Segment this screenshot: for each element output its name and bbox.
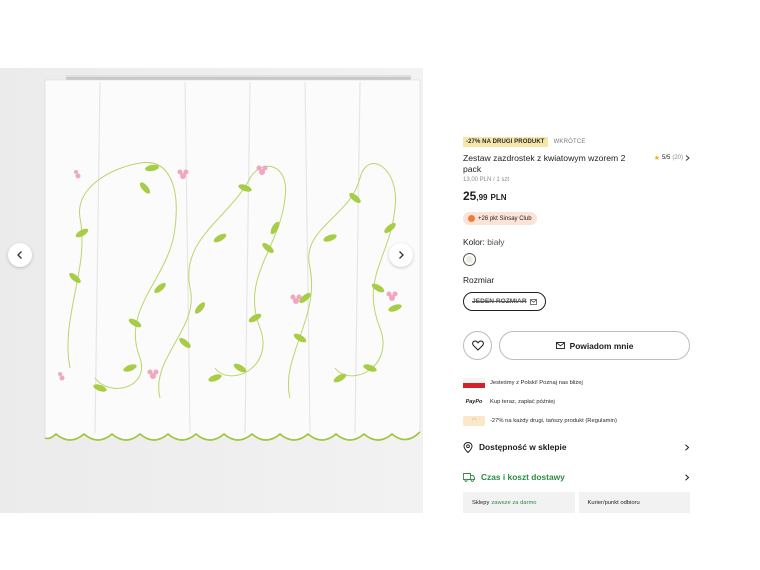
product-info-panel: -27% NA DRUGI PRODUKT WKRÓTCE Zestaw zaz… [463, 135, 690, 311]
shipping-courier-label: Kurier/punkt odbioru [587, 499, 640, 506]
info-row-paypo[interactable]: PayPo Kup teraz, zapłać później [463, 392, 690, 411]
product-actions: Powiadom mnie [463, 331, 690, 360]
chevron-right-icon [685, 155, 690, 161]
badges-row: -27% NA DRUGI PRODUKT WKRÓTCE [463, 135, 690, 149]
promo-badge: -27% NA DRUGI PRODUKT [463, 137, 548, 147]
product-price: 25,99 PLN [463, 189, 690, 203]
wishlist-button[interactable] [463, 331, 492, 360]
info-poland-text: Jesteśmy z Polski! Poznaj nas bliżej [490, 379, 583, 386]
store-availability-link[interactable]: Dostępność w sklepie [463, 440, 690, 454]
info-paypo-text: Kup teraz, zapłać później [490, 398, 555, 405]
envelope-icon [529, 298, 537, 305]
location-pin-icon [463, 441, 473, 453]
color-swatch-white[interactable] [463, 253, 476, 266]
shipping-stores-label: Sklepy [472, 499, 490, 506]
gallery-next-button[interactable] [389, 243, 413, 267]
paypo-logo: PayPo [465, 398, 483, 405]
delivery-info-label: Czas i koszt dostawy [481, 472, 565, 482]
product-photo [0, 68, 423, 513]
shipping-stores-cell: Sklepy zawsze za darmo [463, 492, 575, 513]
chevron-right-icon [685, 443, 690, 451]
product-gallery [0, 68, 423, 513]
club-icon [468, 215, 475, 222]
info-row-poland[interactable]: Jesteśmy z Polski! Poznaj nas bliżej [463, 373, 690, 392]
gallery-prev-button[interactable] [8, 243, 32, 267]
price-integer: 25 [463, 189, 477, 203]
size-label: Rozmiar [463, 275, 495, 285]
club-points: +26 pkt Sinsay Club [478, 215, 532, 222]
size-option-label: JEDEN ROZMIAR [472, 298, 527, 305]
rating-count: (20) [672, 155, 683, 161]
shipping-courier-cell: Kurier/punkt odbioru [578, 492, 690, 513]
shipping-options: Sklepy zawsze za darmo Kurier/punkt odbi… [463, 492, 690, 513]
delivery-info-link[interactable]: Czas i koszt dostawy [463, 470, 690, 484]
shipping-stores-value: zawsze za darmo [491, 499, 537, 506]
chevron-right-icon [399, 251, 404, 259]
store-availability-label: Dostępność w sklepie [479, 442, 567, 452]
chevron-left-icon [17, 251, 22, 259]
info-discount-text: -27% na każdy drugi, tańszy produkt (Reg… [490, 417, 617, 424]
heart-icon [471, 340, 484, 351]
price-decimal: ,99 [476, 193, 488, 202]
notify-me-button[interactable]: Powiadom mnie [499, 331, 690, 360]
poland-flag-icon [463, 377, 485, 388]
color-label: Kolor: biały [463, 237, 690, 247]
unit-price: 13,00 PLN / 1 szt [463, 177, 510, 183]
info-list: Jesteśmy z Polski! Poznaj nas bliżej Pay… [463, 373, 690, 430]
rating-link[interactable]: ★ 5/5 (20) [654, 154, 690, 162]
star-icon: ★ [653, 155, 660, 162]
info-row-discount[interactable]: ◠ -27% na każdy drugi, tańszy produkt (R… [463, 411, 690, 430]
status-badge: WKRÓTCE [553, 139, 586, 145]
product-title: Zestaw zazdrostek z kwiatowym wzorem 2 p… [463, 153, 626, 174]
envelope-icon [555, 342, 565, 349]
notify-me-label: Powiadom mnie [569, 340, 634, 351]
rating-value: 5/5 [661, 155, 671, 161]
chevron-right-icon [685, 473, 690, 481]
truck-icon [463, 472, 475, 482]
size-option-one-size[interactable]: JEDEN ROZMIAR [463, 292, 546, 311]
color-value: biały [487, 237, 505, 247]
gift-icon: ◠ [463, 415, 485, 426]
price-currency: PLN [490, 193, 507, 202]
club-points-badge: +26 pkt Sinsay Club [463, 212, 537, 225]
color-label-text: Kolor: [463, 237, 485, 247]
